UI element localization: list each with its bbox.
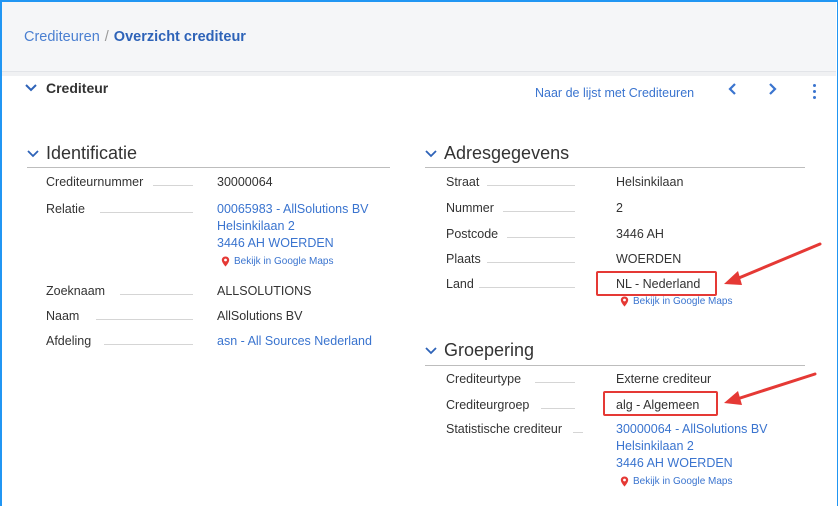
- statistische-crediteur-link[interactable]: 30000064 - AllSolutions BV: [616, 421, 768, 438]
- divider: [425, 365, 805, 366]
- label-afdeling: Afdeling: [46, 334, 92, 348]
- next-record-button[interactable]: [768, 82, 778, 101]
- label-statistische-crediteur: Statistische crediteur: [446, 422, 563, 436]
- value-straat: Helsinkilaan: [616, 175, 684, 189]
- group-title-groepering: Groepering: [444, 340, 535, 360]
- leader-line: [104, 344, 193, 345]
- label-postcode: Postcode: [446, 227, 499, 241]
- leader-line: [503, 211, 575, 212]
- leader-line: [479, 287, 575, 288]
- statistische-address-street[interactable]: Helsinkilaan 2: [616, 438, 694, 455]
- leader-line: [541, 408, 575, 409]
- statistische-address-city[interactable]: 3446 AH WOERDEN: [616, 455, 733, 472]
- value-plaats: WOERDEN: [616, 252, 682, 266]
- more-vert-icon[interactable]: [811, 84, 817, 100]
- land-maps-link[interactable]: Bekijk in Google Maps: [620, 296, 733, 307]
- page-title: Overzicht crediteur: [113, 29, 246, 45]
- value-postcode: 3446 AH: [616, 227, 664, 241]
- breadcrumb-separator: /: [104, 29, 109, 45]
- value-crediteurtype: Externe crediteur: [616, 372, 712, 386]
- section-title: Crediteur: [46, 80, 109, 96]
- leader-line: [153, 185, 193, 186]
- group-toggle-groepering[interactable]: Groepering: [425, 340, 534, 361]
- previous-record-button[interactable]: [727, 82, 737, 101]
- chevron-right-icon: [769, 83, 777, 95]
- afdeling-link[interactable]: asn - All Sources Nederland: [217, 333, 372, 350]
- relatie-address-city[interactable]: 3446 AH WOERDEN: [217, 235, 334, 252]
- maps-link-label: Bekijk in Google Maps: [633, 296, 733, 307]
- tab-strip: [2, 72, 836, 76]
- divider: [27, 167, 390, 168]
- section-toggle-crediteur[interactable]: Crediteur: [24, 80, 108, 96]
- value-zoeknaam: ALLSOLUTIONS: [217, 284, 312, 298]
- label-crediteurgroep: Crediteurgroep: [446, 398, 530, 412]
- relatie-address-street[interactable]: Helsinkilaan 2: [217, 218, 295, 235]
- relatie-maps-link[interactable]: Bekijk in Google Maps: [221, 256, 334, 267]
- leader-line: [487, 185, 575, 186]
- relatie-link[interactable]: 00065983 - AllSolutions BV: [217, 201, 369, 218]
- label-zoeknaam: Zoeknaam: [46, 284, 106, 298]
- leader-line: [487, 262, 575, 263]
- label-nummer: Nummer: [446, 201, 494, 215]
- leader-line: [573, 432, 583, 433]
- highlight-box-crediteurgroep: [603, 391, 718, 416]
- value-nummer: 2: [616, 201, 623, 215]
- group-toggle-adresgegevens[interactable]: Adresgegevens: [425, 143, 569, 164]
- leader-line: [120, 294, 193, 295]
- breadcrumb: Crediteuren / Overzicht crediteur: [24, 29, 246, 45]
- arrow-annotation: [724, 372, 817, 405]
- back-to-list-link[interactable]: Naar de lijst met Crediteuren: [535, 86, 694, 100]
- divider: [425, 167, 805, 168]
- maps-link-label: Bekijk in Google Maps: [234, 256, 334, 267]
- label-crediteurtype: Crediteurtype: [446, 372, 522, 386]
- leader-line: [507, 237, 575, 238]
- group-title-adresgegevens: Adresgegevens: [444, 143, 570, 163]
- value-naam: AllSolutions BV: [217, 309, 303, 323]
- label-plaats: Plaats: [446, 252, 481, 266]
- chevron-down-icon: [425, 149, 437, 157]
- highlight-box-land: [596, 271, 717, 296]
- map-pin-icon: [620, 296, 629, 307]
- arrow-annotation: [724, 242, 822, 285]
- chevron-down-icon: [25, 84, 37, 92]
- group-toggle-identificatie[interactable]: Identificatie: [27, 143, 137, 164]
- label-relatie: Relatie: [46, 202, 85, 216]
- chevron-left-icon: [728, 83, 736, 95]
- maps-link-label: Bekijk in Google Maps: [633, 476, 733, 487]
- label-straat: Straat: [446, 175, 480, 189]
- label-naam: Naam: [46, 309, 80, 323]
- leader-line: [535, 382, 575, 383]
- leader-line: [96, 319, 193, 320]
- map-pin-icon: [620, 476, 629, 487]
- value-crediteurnummer: 30000064: [217, 175, 273, 189]
- label-crediteurnummer: Crediteurnummer: [46, 175, 144, 189]
- chevron-down-icon: [27, 149, 39, 157]
- top-bar: Crediteuren / Overzicht crediteur: [2, 2, 836, 72]
- group-title-identificatie: Identificatie: [46, 143, 138, 163]
- breadcrumb-parent-link[interactable]: Crediteuren: [24, 29, 100, 45]
- leader-line: [100, 212, 193, 213]
- chevron-down-icon: [425, 346, 437, 354]
- statistische-maps-link[interactable]: Bekijk in Google Maps: [620, 476, 733, 487]
- map-pin-icon: [221, 256, 230, 267]
- label-land: Land: [446, 277, 474, 291]
